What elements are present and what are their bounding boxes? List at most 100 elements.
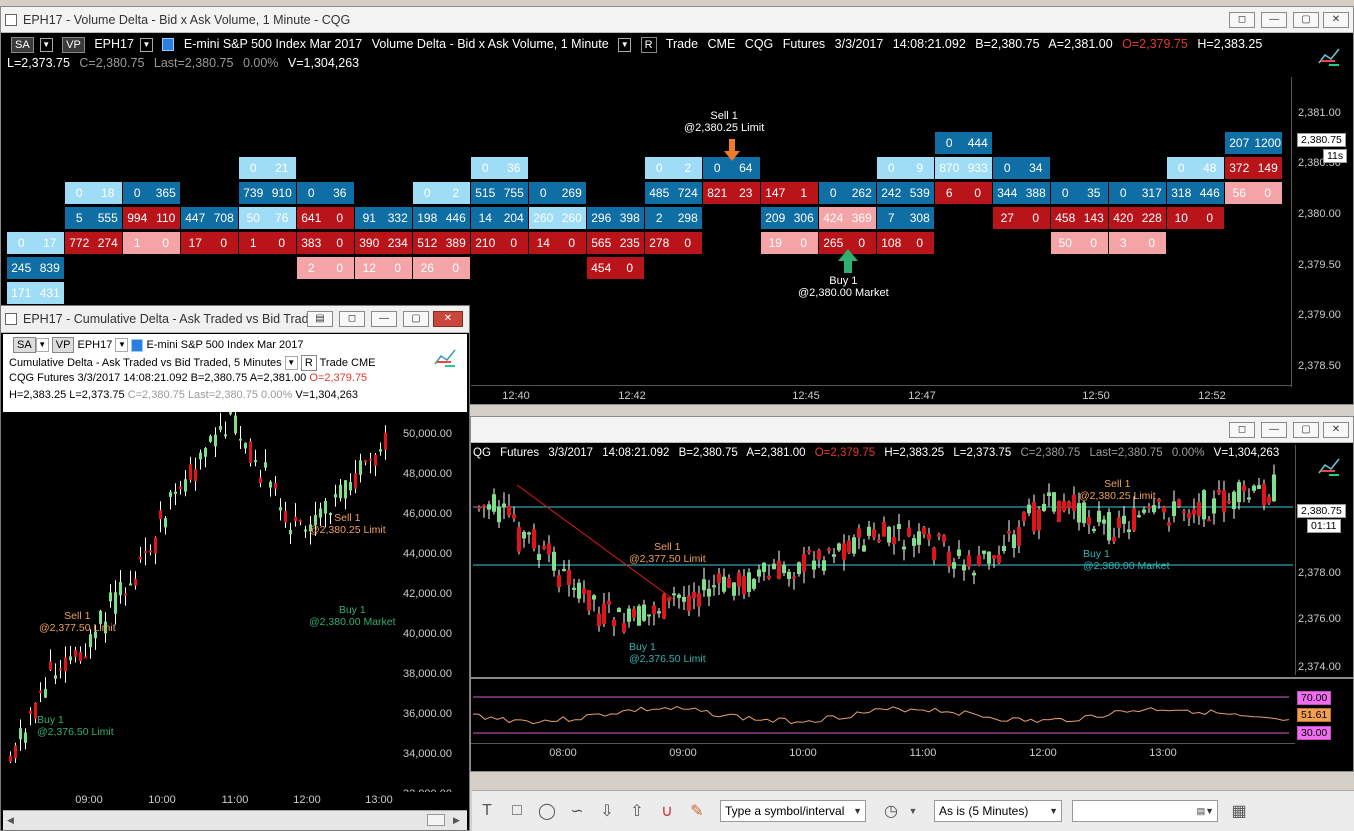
minimize-button[interactable]: — [371, 311, 397, 327]
symbol-interval-input[interactable]: Type a symbol/interval ▼ [720, 800, 866, 822]
candle-body [722, 576, 726, 592]
link-color-icon[interactable] [162, 38, 175, 52]
horizontal-scrollbar[interactable]: ◀ ▶ [3, 810, 467, 830]
ellipse-tool-icon[interactable]: ◯ [532, 797, 562, 825]
delta-bar [354, 473, 357, 489]
trade-label: Trade [665, 37, 699, 51]
minimize-button[interactable]: — [1261, 12, 1287, 28]
restore-icon[interactable]: ◻ [1229, 422, 1255, 438]
bid-volume: 0 [539, 186, 547, 200]
candle-body [487, 504, 491, 510]
sa-button[interactable]: SA [11, 37, 34, 53]
price-axis-divider [1291, 77, 1292, 387]
ask-volume: 755 [503, 186, 524, 200]
ask-volume: 0 [974, 186, 982, 200]
candlestick-plot[interactable] [473, 447, 1293, 677]
scroll-left-icon[interactable]: ◀ [7, 815, 14, 826]
text-tool-icon[interactable]: T [472, 797, 502, 825]
pin-icon[interactable]: ▤ [307, 311, 333, 327]
bid-volume: 447 [185, 211, 206, 225]
chevron-down-icon[interactable]: ▼ [853, 801, 862, 821]
chevron-down-icon[interactable]: ▼ [1049, 801, 1058, 821]
symbol-dropdown-icon[interactable]: ▼ [139, 37, 153, 52]
footprint-cell: 512 389 [413, 232, 470, 254]
chevron-down-icon[interactable]: ▼ [35, 338, 49, 353]
bid-volume: 0 [481, 161, 489, 175]
chevron-down-icon[interactable]: ▼ [39, 37, 53, 52]
list-icon[interactable]: ▤▼ [1197, 801, 1214, 821]
ask-volume: 0 [800, 236, 808, 250]
maximize-button[interactable]: ▢ [403, 311, 429, 327]
link-color-icon[interactable] [131, 338, 144, 352]
ask-volume: 365 [155, 186, 176, 200]
candle-body [1067, 501, 1071, 509]
r-button[interactable]: R [300, 355, 317, 371]
rsi-plot[interactable] [473, 685, 1293, 741]
grid-icon[interactable]: ▦ [1224, 797, 1254, 825]
header-line4: H=2,383.25 L=2,373.75 C=2,380.75 Last=2,… [9, 389, 358, 401]
volume-delta-titlebar[interactable]: EPH17 - Volume Delta - Bid x Ask Volume,… [1, 7, 1353, 33]
time-tick: 12:00 [1029, 747, 1057, 759]
delta-bar [29, 710, 32, 715]
footprint-cell: 0 18 [65, 182, 122, 204]
restore-icon[interactable]: ◻ [1229, 12, 1255, 28]
close-button[interactable]: ✕ [433, 311, 463, 327]
candle-body [807, 550, 811, 553]
maximize-button[interactable]: ▢ [1293, 12, 1319, 28]
scroll-right-icon[interactable]: ▶ [453, 815, 460, 826]
candlestick-titlebar[interactable]: ◻ — ▢ ✕ [471, 417, 1353, 443]
volume-label: V=1,304,263 [295, 389, 359, 401]
magnet-icon[interactable]: ∪ [652, 797, 682, 825]
maximize-button[interactable]: ▢ [1293, 422, 1319, 438]
arrow-up-tool-icon[interactable]: ⇧ [622, 797, 652, 825]
interval-select[interactable]: As is (5 Minutes) ▼ [934, 800, 1062, 822]
r-button[interactable]: R [640, 37, 657, 53]
chart-type-icon[interactable] [1317, 455, 1343, 477]
minimize-button[interactable]: — [1261, 422, 1287, 438]
ask-volume: 0 [1148, 236, 1156, 250]
pct-label: 0.00% [242, 56, 279, 70]
candle-body [717, 573, 721, 584]
candle-body [1177, 499, 1181, 507]
symbol-dropdown-icon[interactable]: ▼ [115, 338, 129, 353]
candle-body [1022, 512, 1026, 521]
curve-tool-icon[interactable]: ∽ [562, 797, 592, 825]
scroll-thumb[interactable] [427, 814, 445, 826]
sa-button[interactable]: SA [13, 337, 36, 353]
chart-type-icon[interactable] [1317, 45, 1343, 67]
delta-bar [349, 482, 352, 491]
candle-body [852, 537, 856, 554]
delta-bar [219, 425, 222, 430]
eraser-icon[interactable]: ✎ [682, 797, 712, 825]
close-button[interactable]: ✕ [1323, 422, 1349, 438]
candle-body [712, 585, 716, 588]
clock-icon[interactable]: ◷ [876, 797, 906, 825]
restore-icon[interactable]: ◻ [339, 311, 365, 327]
candle-body [1232, 491, 1236, 509]
candle-body [777, 560, 781, 579]
arrow-down-tool-icon[interactable]: ⇩ [592, 797, 622, 825]
bid-volume: 424 [823, 211, 844, 225]
pane-divider[interactable] [471, 677, 1354, 679]
close-button[interactable]: ✕ [1323, 12, 1349, 28]
vp-button[interactable]: VP [51, 337, 75, 353]
rectangle-tool-icon[interactable]: □ [502, 797, 532, 825]
vp-button[interactable]: VP [62, 37, 85, 53]
chevron-down-icon[interactable]: ▼ [906, 797, 920, 825]
time-tick: 12:42 [618, 390, 646, 402]
candle-body [947, 551, 951, 567]
footprint-cell: 245 839 [7, 257, 64, 279]
bid-volume: 641 [301, 211, 322, 225]
blank-input[interactable]: ▤▼ [1072, 800, 1218, 822]
y-tick: 46,000.00 [403, 508, 452, 520]
chart-type-icon[interactable] [433, 346, 459, 368]
bid-volume: 50 [246, 211, 260, 225]
candle-body [762, 562, 766, 572]
cumulative-delta-titlebar[interactable]: EPH17 - Cumulative Delta - Ask Traded vs… [1, 306, 469, 333]
footprint-cell: 485 724 [645, 182, 702, 204]
footprint-cell: 10 [123, 232, 180, 254]
study-dropdown-icon[interactable]: ▼ [284, 356, 298, 371]
candle-body [1257, 485, 1261, 489]
study-dropdown-icon[interactable]: ▼ [618, 37, 632, 52]
candle-body [657, 611, 661, 614]
